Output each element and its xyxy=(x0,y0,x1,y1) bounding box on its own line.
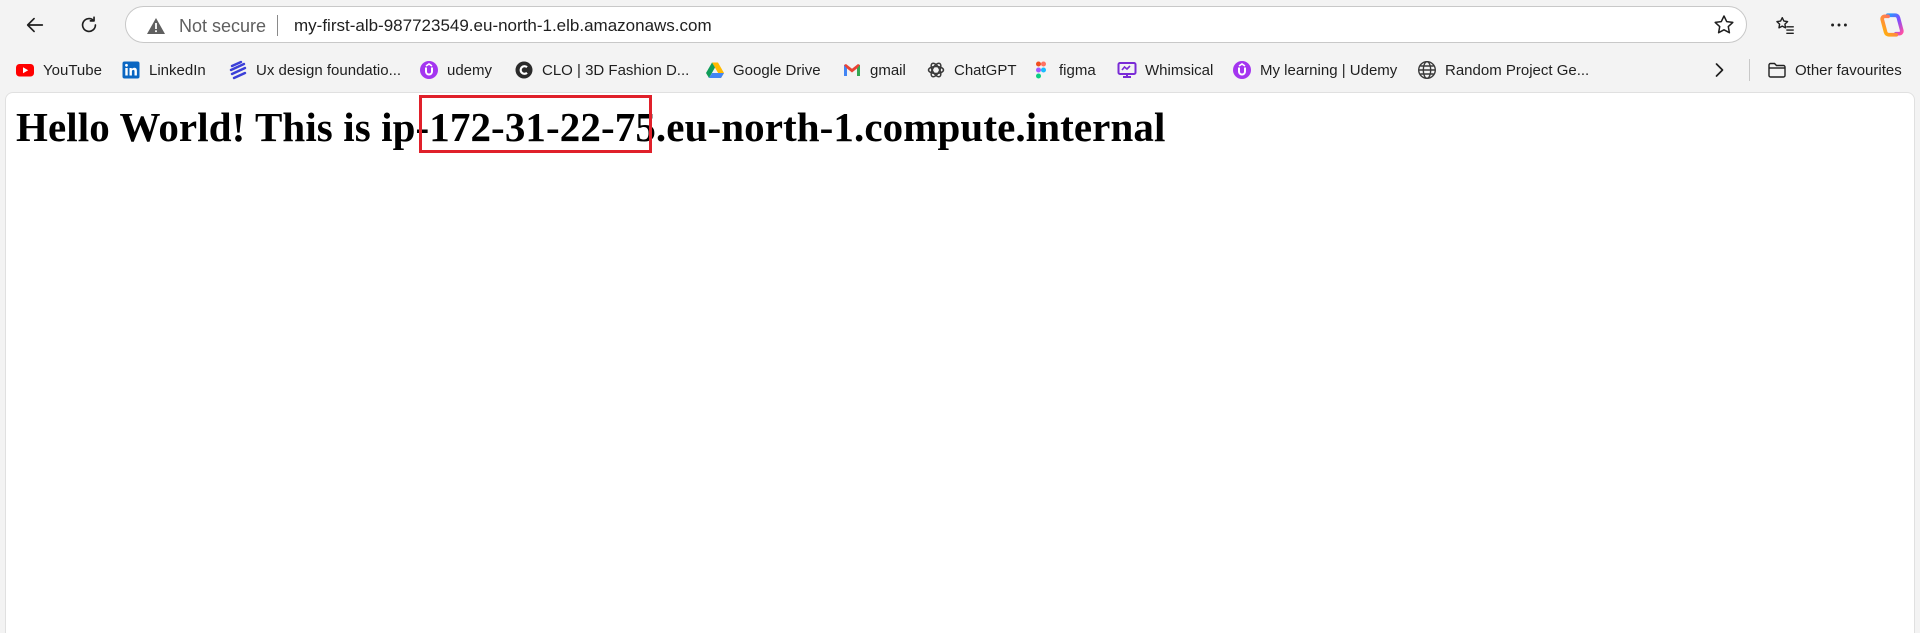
bookmark-label: CLO | 3D Fashion D... xyxy=(542,61,690,79)
bookmark-label: Google Drive xyxy=(733,61,821,79)
figma-icon xyxy=(1031,60,1051,80)
bookmark-chatgpt[interactable]: ChatGPT xyxy=(926,57,1017,83)
ellipsis-icon xyxy=(1831,23,1847,27)
bookmark-clo[interactable]: CLO | 3D Fashion D... xyxy=(514,57,689,83)
ip-highlight-box xyxy=(419,95,652,153)
bookmark-label: Random Project Ge... xyxy=(1445,61,1590,79)
bookmark-gmail[interactable]: gmail xyxy=(842,57,906,83)
bookmark-figma[interactable]: figma xyxy=(1031,57,1096,83)
bookmark-label: gmail xyxy=(870,61,906,79)
back-arrow-icon xyxy=(26,17,44,33)
bookmark-label: udemy xyxy=(447,61,493,79)
bookmark-label: LinkedIn xyxy=(149,61,206,79)
clo-icon xyxy=(514,60,534,80)
bookmark-label: ChatGPT xyxy=(954,61,1017,79)
favorites-list-icon xyxy=(1776,16,1794,34)
google-drive-icon xyxy=(705,60,725,80)
chatgpt-icon xyxy=(926,60,946,80)
warning-icon[interactable] xyxy=(146,16,166,36)
ux-design-icon xyxy=(228,60,248,80)
refresh-icon xyxy=(81,16,97,33)
favorite-star-icon[interactable] xyxy=(1712,13,1736,37)
back-button[interactable] xyxy=(17,7,53,43)
linkedin-icon xyxy=(121,60,141,80)
url-text[interactable]: my-first-alb-987723549.eu-north-1.elb.am… xyxy=(294,16,712,36)
globe-icon xyxy=(1417,60,1437,80)
bookmark-label: Ux design foundatio... xyxy=(256,61,402,79)
bookmark-ux-design[interactable]: Ux design foundatio... xyxy=(228,57,401,83)
copilot-button[interactable] xyxy=(1874,7,1910,43)
whimsical-icon xyxy=(1117,60,1137,80)
address-separator xyxy=(277,15,278,36)
bookmarks-divider xyxy=(1749,59,1750,81)
folder-icon xyxy=(1767,60,1787,80)
bookmark-label: Other favourites xyxy=(1795,61,1902,79)
bookmark-whimsical[interactable]: Whimsical xyxy=(1117,57,1213,83)
bookmark-random-project[interactable]: Random Project Ge... xyxy=(1417,57,1589,83)
bookmark-label: Whimsical xyxy=(1145,61,1214,79)
youtube-icon xyxy=(15,60,35,80)
bookmark-label: figma xyxy=(1059,61,1096,79)
bookmark-my-learning-udemy[interactable]: My learning | Udemy xyxy=(1232,57,1397,83)
udemy-icon xyxy=(1232,60,1252,80)
copilot-icon xyxy=(1880,13,1904,37)
other-favourites[interactable]: Other favourites xyxy=(1767,57,1902,83)
refresh-button[interactable] xyxy=(71,7,107,43)
gmail-icon xyxy=(842,60,862,80)
bookmarks-bar: YouTube LinkedIn Ux design foundatio... … xyxy=(0,54,1920,86)
page-content: Hello World! This is ip-172-31-22-75.eu-… xyxy=(5,92,1915,633)
bookmark-label: My learning | Udemy xyxy=(1260,61,1398,79)
bookmark-youtube[interactable]: YouTube xyxy=(15,57,102,83)
security-status-label[interactable]: Not secure xyxy=(179,16,266,37)
bookmark-linkedin[interactable]: LinkedIn xyxy=(121,57,206,83)
bookmarks-overflow-button[interactable] xyxy=(1709,57,1729,83)
favorites-button[interactable] xyxy=(1767,7,1803,43)
bookmark-google-drive[interactable]: Google Drive xyxy=(705,57,821,83)
more-options-button[interactable] xyxy=(1821,7,1857,43)
browser-toolbar: Not secure my-first-alb-987723549.eu-nor… xyxy=(0,0,1920,50)
udemy-icon xyxy=(419,60,439,80)
chevron-right-icon xyxy=(1709,60,1729,80)
bookmark-udemy[interactable]: udemy xyxy=(419,57,492,83)
address-bar[interactable]: Not secure my-first-alb-987723549.eu-nor… xyxy=(125,6,1747,43)
bookmark-label: YouTube xyxy=(43,61,102,79)
